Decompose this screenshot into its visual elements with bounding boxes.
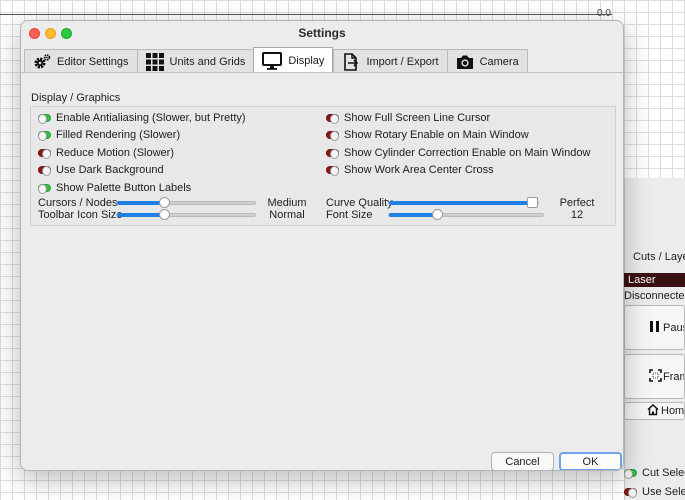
option-label: Show Rotary Enable on Main Window <box>344 129 529 141</box>
window-titlebar[interactable]: Settings <box>21 21 623 43</box>
slider-fill <box>117 213 164 217</box>
option-label: Reduce Motion (Slower) <box>56 147 174 159</box>
gear-icon <box>33 53 51 71</box>
slider-fill <box>117 201 164 205</box>
option-label: Show Full Screen Line Cursor <box>344 112 491 124</box>
frame-label: Frame <box>663 370 684 383</box>
font-size-slider[interactable] <box>388 209 544 220</box>
use-selection-label: Use Selection <box>642 486 685 498</box>
curve-quality-value: Perfect <box>559 197 595 209</box>
use-selection-checkbox[interactable]: Use Selection <box>624 486 685 498</box>
slider-fill <box>389 201 538 205</box>
cylinder-correction-option[interactable]: Show Cylinder Correction Enable on Main … <box>326 147 590 159</box>
full-screen-cursor-option[interactable]: Show Full Screen Line Cursor <box>326 112 490 124</box>
display-settings-panel: Display / Graphics Enable Antialiasing (… <box>21 72 623 452</box>
home-label: Home <box>661 405 685 417</box>
tab-label: Editor Settings <box>57 55 129 68</box>
cursors-nodes-label: Cursors / Nodes <box>38 197 118 209</box>
tab-label: Display <box>288 54 325 67</box>
connection-status: Disconnected <box>624 290 685 302</box>
palette-button-labels-option[interactable]: Show Palette Button Labels <box>38 182 191 194</box>
font-size-label: Font Size <box>326 209 373 221</box>
center-cross-toggle[interactable] <box>326 166 339 176</box>
cut-selected-toggle[interactable] <box>624 469 637 479</box>
tab-editor-settings[interactable]: Editor Settings <box>24 49 137 73</box>
slider-knob[interactable] <box>159 197 170 208</box>
import-export-icon <box>342 52 360 71</box>
curve-quality-slider[interactable] <box>388 197 539 208</box>
reduce-motion-option[interactable]: Reduce Motion (Slower) <box>38 147 174 159</box>
filled-rendering-toggle[interactable] <box>38 131 51 141</box>
option-label: Filled Rendering (Slower) <box>56 129 181 141</box>
cuts-layers-tab[interactable]: Cuts / Layers <box>633 251 685 263</box>
home-button[interactable]: Home <box>624 402 685 420</box>
use-selection-toggle[interactable] <box>624 488 637 498</box>
filled-rendering-option[interactable]: Filled Rendering (Slower) <box>38 129 180 141</box>
rotary-enable-option[interactable]: Show Rotary Enable on Main Window <box>326 129 529 141</box>
option-label: Use Dark Background <box>56 164 164 176</box>
tab-label: Import / Export <box>366 55 439 68</box>
option-label: Enable Antialiasing (Slower, but Pretty) <box>56 112 246 124</box>
cancel-button[interactable]: Cancel <box>491 452 554 470</box>
monitor-icon <box>262 51 283 70</box>
tab-camera[interactable]: Camera <box>446 49 528 73</box>
cut-selected-label: Cut Selected <box>642 467 685 479</box>
frame-icon <box>649 368 662 385</box>
grid-icon <box>145 52 164 71</box>
home-icon <box>647 404 659 419</box>
cursors-nodes-value: Medium <box>267 197 307 209</box>
settings-tab-bar: Editor Settings Units and Grids Display … <box>24 47 528 73</box>
cursors-nodes-slider[interactable] <box>116 197 256 208</box>
close-window-button[interactable] <box>29 28 40 39</box>
rotary-enable-toggle[interactable] <box>326 131 339 141</box>
ruler-line <box>0 14 612 15</box>
curve-quality-label: Curve Quality <box>326 197 393 209</box>
enable-antialiasing-toggle[interactable] <box>38 114 51 124</box>
slider-knob[interactable] <box>159 209 170 220</box>
slider-fill <box>389 213 437 217</box>
toolbar-icon-size-value: Normal <box>269 209 305 221</box>
option-label: Show Work Area Center Cross <box>344 164 494 176</box>
toolbar-icon-size-slider[interactable] <box>116 209 256 220</box>
camera-icon <box>456 54 474 70</box>
cut-selected-checkbox[interactable]: Cut Selected <box>624 467 685 479</box>
slider-knob[interactable] <box>432 209 443 220</box>
tab-label: Units and Grids <box>169 55 246 68</box>
settings-window: Settings Editor Settings Units and Grids… <box>20 20 624 471</box>
laser-window-title: Laser <box>624 273 685 287</box>
center-cross-option[interactable]: Show Work Area Center Cross <box>326 164 494 176</box>
slider-knob[interactable] <box>527 197 538 208</box>
tab-display[interactable]: Display <box>253 47 334 73</box>
pause-icon <box>649 320 660 336</box>
palette-button-labels-toggle[interactable] <box>38 184 51 194</box>
frame-button[interactable]: Frame <box>624 354 685 399</box>
dark-background-option[interactable]: Use Dark Background <box>38 164 164 176</box>
section-title: Display / Graphics <box>31 92 121 104</box>
maximize-window-button[interactable] <box>61 28 72 39</box>
ruler-label: 0.0 <box>597 8 611 19</box>
dark-background-toggle[interactable] <box>38 166 51 176</box>
tab-label: Camera <box>479 55 519 68</box>
ok-button[interactable]: OK <box>559 452 622 470</box>
cylinder-correction-toggle[interactable] <box>326 149 339 159</box>
enable-antialiasing-option[interactable]: Enable Antialiasing (Slower, but Pretty) <box>38 112 246 124</box>
pause-button[interactable]: Pause <box>624 305 685 350</box>
tab-units-and-grids[interactable]: Units and Grids <box>136 49 254 73</box>
full-screen-cursor-toggle[interactable] <box>326 114 339 124</box>
font-size-value: 12 <box>570 209 584 221</box>
toolbar-icon-size-label: Toolbar Icon Size <box>38 209 123 221</box>
minimize-window-button[interactable] <box>45 28 56 39</box>
pause-label: Pause <box>663 321 684 334</box>
window-title: Settings <box>298 26 346 40</box>
tab-import-export[interactable]: Import / Export <box>333 49 447 73</box>
option-label: Show Cylinder Correction Enable on Main … <box>344 147 591 159</box>
reduce-motion-toggle[interactable] <box>38 149 51 159</box>
option-label: Show Palette Button Labels <box>56 182 192 194</box>
